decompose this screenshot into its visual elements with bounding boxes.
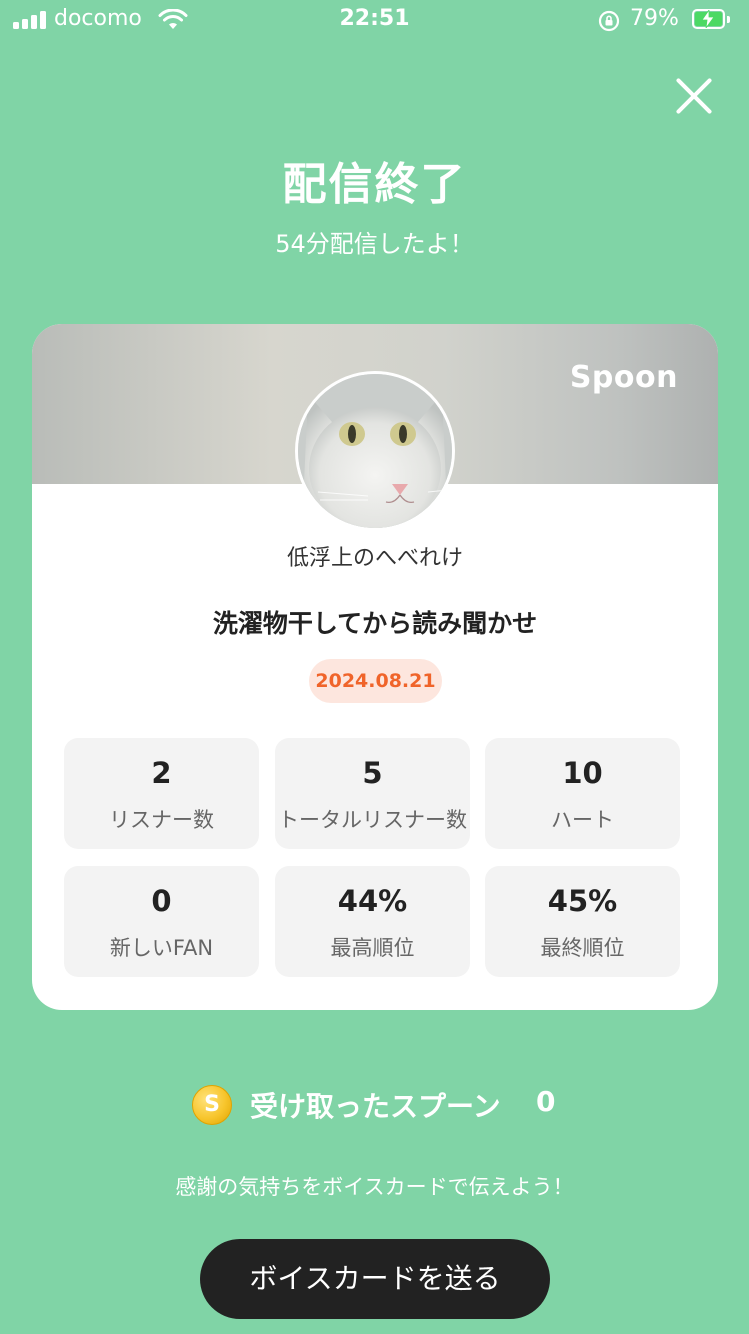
username: 低浮上のへべれけ — [286, 546, 463, 571]
coin-icon: S — [192, 1085, 232, 1125]
close-icon[interactable] — [672, 74, 716, 118]
stat-highest-rank: 44% 最高順位 — [275, 866, 470, 977]
spoons-received-count: 0 — [536, 1085, 556, 1118]
stat-label: ハート — [551, 808, 614, 832]
send-voice-card-button[interactable]: ボイスカードを送る — [200, 1239, 550, 1319]
stat-value: 45% — [547, 884, 618, 918]
stat-final-rank: 45% 最終順位 — [485, 866, 680, 977]
stream-title: 洗濯物干してから読み聞かせ — [212, 609, 538, 638]
spoon-logo: Spoon — [569, 360, 678, 395]
stat-label: 最終順位 — [540, 936, 625, 960]
spoons-received-row: S 受け取ったスプーン 0 — [0, 1083, 749, 1127]
stat-value: 10 — [562, 756, 603, 790]
stat-value: 0 — [151, 884, 172, 918]
thanks-message: 感謝の気持ちをボイスカードで伝えよう！ — [175, 1175, 574, 1199]
battery-charging-icon — [692, 9, 732, 31]
stat-value: 5 — [362, 756, 383, 790]
stat-label: リスナー数 — [109, 808, 214, 832]
status-bar: docomo 22:51 79% — [0, 0, 749, 42]
broadcast-date-badge: 2024.08.21 — [309, 659, 442, 703]
stat-hearts: 10 ハート — [485, 738, 680, 849]
stat-value: 44% — [337, 884, 408, 918]
avatar — [295, 371, 455, 531]
stat-total-listeners: 5 トータルリスナー数 — [275, 738, 470, 849]
stat-listeners: 2 リスナー数 — [64, 738, 259, 849]
stat-label: 最高順位 — [330, 936, 415, 960]
broadcast-summary-card: Spoon 低浮上のへべれけ 洗濯物干してから読み聞かせ 2024.08.21 … — [32, 324, 718, 1010]
broadcast-duration: 54分配信したよ！ — [275, 230, 474, 258]
battery-percent: 79% — [630, 6, 679, 31]
stat-label: 新しいFAN — [109, 936, 214, 960]
stat-label: トータルリスナー数 — [278, 808, 467, 832]
spoons-received-label: 受け取ったスプーン — [250, 1090, 501, 1123]
orientation-lock-icon — [598, 10, 620, 32]
stat-new-fans: 0 新しいFAN — [64, 866, 259, 977]
stat-value: 2 — [151, 756, 172, 790]
page-title: 配信終了 — [282, 159, 467, 210]
